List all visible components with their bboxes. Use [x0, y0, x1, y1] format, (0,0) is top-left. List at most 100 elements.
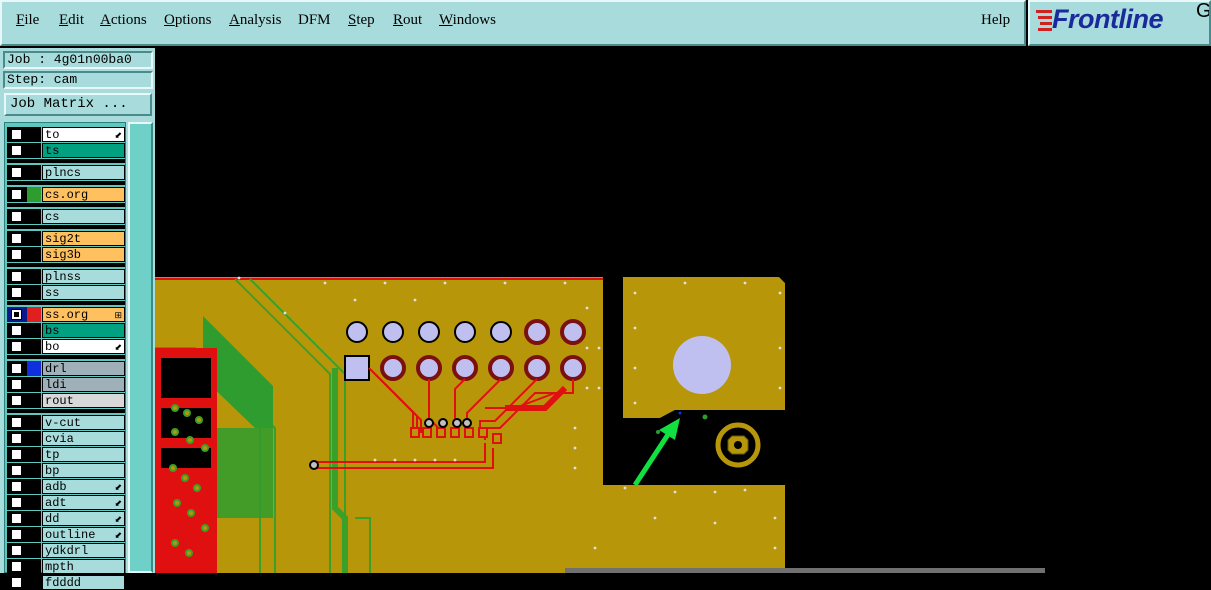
layer-name[interactable]: v-cut	[42, 415, 125, 430]
layer-name[interactable]: mpth	[42, 559, 125, 574]
layer-row-sig2t[interactable]: sig2t	[7, 231, 125, 246]
layer-color-swatch[interactable]	[27, 393, 41, 408]
layer-name[interactable]: drl	[42, 361, 125, 376]
layer-row-ts[interactable]: ts	[7, 143, 125, 158]
layer-name[interactable]: sig3b	[42, 247, 125, 262]
layer-checkbox[interactable]	[11, 395, 22, 406]
layer-row-adt[interactable]: adt ⬋	[7, 495, 125, 510]
layer-name[interactable]: cs	[42, 209, 125, 224]
layer-name[interactable]: bo ⬋	[42, 339, 125, 354]
layer-checkbox[interactable]	[11, 287, 22, 298]
layer-color-swatch[interactable]	[27, 187, 41, 202]
graphic-area[interactable]	[155, 48, 1211, 573]
layer-checkbox[interactable]	[11, 379, 22, 390]
layer-name[interactable]: to ⬋	[42, 127, 125, 142]
layer-checkbox[interactable]	[11, 545, 22, 556]
layer-checkbox[interactable]	[11, 449, 22, 460]
menu-options[interactable]: Options	[164, 12, 212, 29]
layer-color-swatch[interactable]	[27, 285, 41, 300]
layer-row-outline[interactable]: outline ⬋	[7, 527, 125, 542]
layer-row-ldi[interactable]: ldi	[7, 377, 125, 392]
layer-row-ss.org[interactable]: ss.org ⊞	[7, 307, 125, 322]
layer-row-ydkdrl[interactable]: ydkdrl	[7, 543, 125, 558]
layer-name[interactable]: ss.org ⊞	[42, 307, 125, 322]
layer-name[interactable]: adb ⬋	[42, 479, 125, 494]
layer-row-mpth[interactable]: mpth	[7, 559, 125, 574]
layer-color-swatch[interactable]	[27, 511, 41, 526]
layer-color-swatch[interactable]	[27, 463, 41, 478]
menu-windows[interactable]: Windows	[439, 12, 496, 29]
layer-color-swatch[interactable]	[27, 415, 41, 430]
layer-row-cvia[interactable]: cvia	[7, 431, 125, 446]
layer-checkbox[interactable]	[11, 363, 22, 374]
layer-name[interactable]: bp	[42, 463, 125, 478]
layer-color-swatch[interactable]	[27, 209, 41, 224]
layer-row-v-cut[interactable]: v-cut	[7, 415, 125, 430]
layer-row-bp[interactable]: bp	[7, 463, 125, 478]
layer-color-swatch[interactable]	[27, 447, 41, 462]
layer-row-sig3b[interactable]: sig3b	[7, 247, 125, 262]
layer-color-swatch[interactable]	[27, 247, 41, 262]
layer-row-tp[interactable]: tp	[7, 447, 125, 462]
layer-checkbox[interactable]	[11, 577, 22, 588]
layer-color-swatch[interactable]	[27, 231, 41, 246]
layer-checkbox[interactable]	[11, 513, 22, 524]
layer-checkbox[interactable]	[11, 189, 22, 200]
layer-color-swatch[interactable]	[27, 431, 41, 446]
layer-name[interactable]: dd ⬋	[42, 511, 125, 526]
layer-name[interactable]: ss	[42, 285, 125, 300]
layer-checkbox[interactable]	[11, 417, 22, 428]
layer-checkbox[interactable]	[11, 561, 22, 572]
layer-row-drl[interactable]: drl	[7, 361, 125, 376]
layer-row-to[interactable]: to ⬋	[7, 127, 125, 142]
menu-actions[interactable]: Actions	[100, 12, 147, 29]
layer-color-swatch[interactable]	[27, 527, 41, 542]
layer-color-swatch[interactable]	[27, 323, 41, 338]
layer-checkbox[interactable]	[11, 325, 22, 336]
layer-checkbox[interactable]	[11, 529, 22, 540]
layer-row-rout[interactable]: rout	[7, 393, 125, 408]
layer-name[interactable]: sig2t	[42, 231, 125, 246]
layer-checkbox[interactable]	[11, 341, 22, 352]
layer-row-bs[interactable]: bs	[7, 323, 125, 338]
layer-checkbox[interactable]	[11, 167, 22, 178]
layer-color-swatch[interactable]	[27, 165, 41, 180]
layer-checkbox[interactable]	[11, 309, 22, 320]
pcb-view[interactable]	[155, 48, 1211, 573]
layer-checkbox[interactable]	[11, 271, 22, 282]
layer-color-swatch[interactable]	[27, 143, 41, 158]
layer-color-swatch[interactable]	[27, 339, 41, 354]
layer-color-swatch[interactable]	[27, 307, 41, 322]
layer-name[interactable]: ts	[42, 143, 125, 158]
layer-color-swatch[interactable]	[27, 479, 41, 494]
layer-checkbox[interactable]	[11, 481, 22, 492]
layer-color-swatch[interactable]	[27, 127, 41, 142]
layer-checkbox[interactable]	[11, 233, 22, 244]
layer-name[interactable]: rout	[42, 393, 125, 408]
layer-checkbox[interactable]	[11, 129, 22, 140]
layer-color-swatch[interactable]	[27, 559, 41, 574]
job-matrix-button[interactable]: Job Matrix ...	[4, 93, 152, 116]
layer-name[interactable]: adt ⬋	[42, 495, 125, 510]
menu-dfm[interactable]: DFM	[298, 12, 331, 29]
layer-checkbox[interactable]	[11, 465, 22, 476]
layer-color-swatch[interactable]	[27, 543, 41, 558]
layer-name[interactable]: ydkdrl	[42, 543, 125, 558]
layer-row-ss[interactable]: ss	[7, 285, 125, 300]
layer-list-scrollbar[interactable]	[128, 122, 153, 573]
menu-file[interactable]: File	[16, 12, 39, 29]
layer-row-bo[interactable]: bo ⬋	[7, 339, 125, 354]
layer-row-plncs[interactable]: plncs	[7, 165, 125, 180]
layer-name[interactable]: plncs	[42, 165, 125, 180]
layer-color-swatch[interactable]	[27, 361, 41, 376]
layer-color-swatch[interactable]	[27, 575, 41, 590]
layer-checkbox[interactable]	[11, 145, 22, 156]
menu-analysis[interactable]: Analysis	[229, 12, 282, 29]
layer-name[interactable]: tp	[42, 447, 125, 462]
layer-row-fdddd[interactable]: fdddd	[7, 575, 125, 590]
layer-name[interactable]: outline ⬋	[42, 527, 125, 542]
layer-name[interactable]: plnss	[42, 269, 125, 284]
layer-name[interactable]: cvia	[42, 431, 125, 446]
layer-color-swatch[interactable]	[27, 495, 41, 510]
layer-checkbox[interactable]	[11, 211, 22, 222]
